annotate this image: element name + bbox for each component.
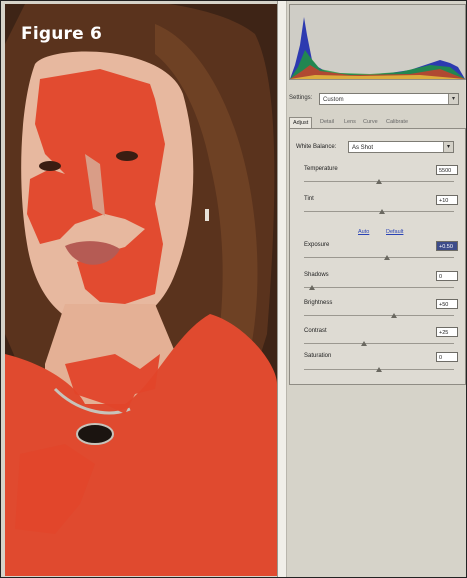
temperature-field[interactable]: 5500 bbox=[436, 165, 458, 175]
white-balance-label: White Balance: bbox=[296, 144, 337, 150]
portrait-image bbox=[5, 4, 277, 576]
tab-curve[interactable]: Curve bbox=[360, 117, 381, 128]
contrast-slider-track bbox=[304, 343, 454, 344]
white-balance-dropdown[interactable]: As Shot ▾ bbox=[348, 141, 454, 153]
tab-lens[interactable]: Lens bbox=[341, 117, 359, 128]
tint-label: Tint bbox=[304, 196, 314, 202]
chevron-down-icon: ▾ bbox=[448, 94, 458, 104]
temperature-slider-thumb[interactable] bbox=[376, 179, 382, 184]
settings-label: Settings: bbox=[289, 95, 313, 101]
exposure-slider-thumb[interactable] bbox=[383, 255, 390, 260]
shadows-slider-track bbox=[304, 287, 454, 288]
saturation-slider-thumb[interactable] bbox=[376, 367, 382, 372]
settings-value: Custom bbox=[323, 97, 344, 103]
settings-dropdown[interactable]: Custom ▾ bbox=[319, 93, 459, 105]
contrast-slider-thumb[interactable] bbox=[361, 341, 367, 346]
histogram-graph bbox=[290, 5, 465, 79]
settings-row: Settings: Custom ▾ bbox=[289, 93, 465, 107]
image-preview[interactable]: Figure 6 bbox=[5, 4, 277, 576]
histogram bbox=[289, 4, 466, 80]
temperature-label: Temperature bbox=[304, 166, 338, 172]
tint-field[interactable]: +10 bbox=[436, 195, 458, 205]
chevron-down-icon: ▾ bbox=[443, 142, 453, 152]
tint-slider-thumb[interactable] bbox=[379, 209, 385, 214]
screenshot-frame: Figure 6 Settings: Custom ▾ Adjust Detai… bbox=[0, 0, 467, 578]
shadows-label: Shadows bbox=[304, 272, 329, 278]
saturation-label: Saturation bbox=[304, 353, 332, 359]
exposure-label: Exposure bbox=[304, 242, 330, 248]
shadows-slider-thumb[interactable] bbox=[308, 285, 315, 290]
auto-link[interactable]: Auto bbox=[358, 229, 369, 235]
figure-label: Figure 6 bbox=[21, 24, 102, 44]
tab-calibrate[interactable]: Calibrate bbox=[383, 117, 411, 128]
tab-strip: Adjust Detail Lens Curve Calibrate bbox=[289, 117, 466, 129]
white-balance-value: As Shot bbox=[352, 145, 374, 151]
tab-detail[interactable]: Detail bbox=[317, 117, 337, 128]
contrast-field[interactable]: +25 bbox=[436, 327, 458, 337]
shadows-field[interactable]: 0 bbox=[436, 271, 458, 281]
brightness-label: Brightness bbox=[304, 300, 333, 306]
exposure-slider-track bbox=[304, 257, 454, 258]
exposure-field[interactable]: +0.50 bbox=[436, 241, 458, 251]
brightness-slider-thumb[interactable] bbox=[391, 313, 397, 318]
brightness-field[interactable]: +50 bbox=[436, 299, 458, 309]
adjustment-panel: Settings: Custom ▾ Adjust Detail Lens Cu… bbox=[285, 1, 466, 577]
brightness-slider-track bbox=[304, 315, 454, 316]
adjust-tab-content: White Balance: As Shot ▾ Temperature 550… bbox=[289, 128, 466, 385]
saturation-field[interactable]: 0 bbox=[436, 352, 458, 362]
contrast-label: Contrast bbox=[304, 328, 327, 334]
default-link[interactable]: Default bbox=[386, 229, 403, 235]
